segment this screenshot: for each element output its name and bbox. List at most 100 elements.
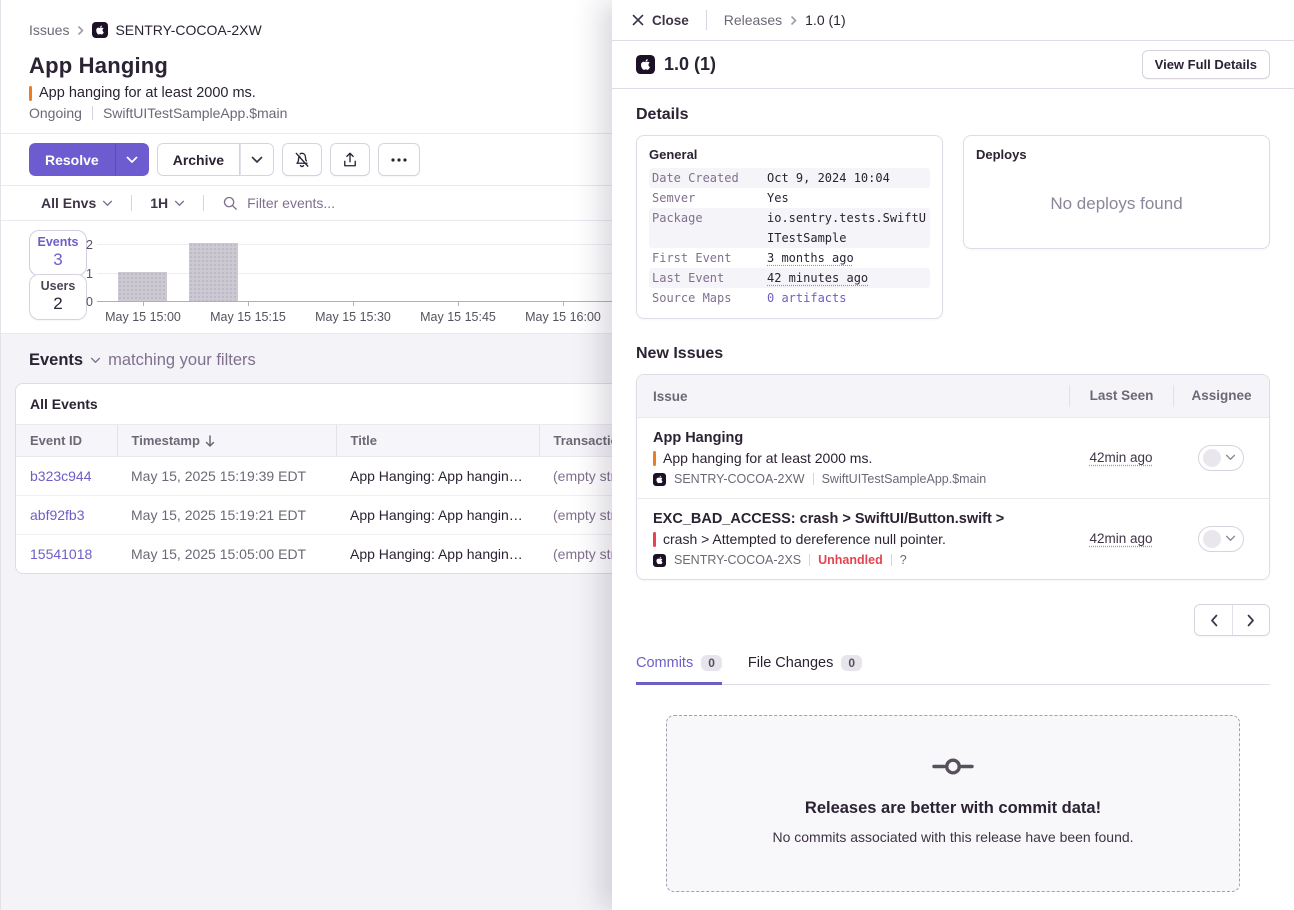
bell-slash-icon [293,151,311,169]
y-axis-tick: 1 [71,267,93,281]
events-heading-dropdown[interactable]: Events [29,351,83,370]
x-axis-tick: May 15 15:15 [196,310,300,324]
resolve-dropdown-button[interactable] [115,143,149,176]
divider [92,106,93,120]
event-id-link[interactable]: 15541018 [16,535,117,574]
drawer-header: Close Releases 1.0 (1) [612,0,1294,41]
general-row: Package io.sentry.tests.SwiftUITestSampl… [649,208,930,248]
column-timestamp[interactable]: Timestamp [117,425,336,457]
issue-title-link[interactable]: EXC_BAD_ACCESS: crash > SwiftUI/Button.s… [653,511,1053,527]
issue-culprit: SwiftUITestSampleApp.$main [822,472,987,486]
divider [706,10,707,30]
chevron-down-icon [1225,535,1236,542]
search-icon [222,195,238,211]
event-id-link[interactable]: abf92fb3 [16,496,117,535]
resolve-button[interactable]: Resolve [29,143,115,176]
column-last-seen: Last Seen [1069,385,1173,407]
chart-bar[interactable] [189,243,238,301]
first-event-relative-time: 3 months ago [767,248,854,268]
release-title-row: 1.0 (1) View Full Details [612,41,1294,89]
column-title[interactable]: Title [336,425,539,457]
event-title: App Hanging: App hangin… [336,457,539,496]
apple-platform-icon [636,55,655,74]
chevron-left-icon [1210,614,1218,627]
new-issues-table-header: Issue Last Seen Assignee [637,375,1269,417]
column-event-id[interactable]: Event ID [16,425,117,457]
chevron-right-icon [790,15,797,26]
source-maps-link[interactable]: 0 artifacts [767,288,927,308]
time-range-label: 1H [150,195,168,211]
divider [813,473,814,485]
issue-level-indicator [653,451,656,466]
upload-icon [341,151,359,169]
apple-platform-icon [653,473,666,486]
deploys-card: Deploys No deploys found [963,135,1270,249]
issue-message: App hanging for at least 2000 ms. [663,450,872,466]
release-title: 1.0 (1) [664,54,1133,75]
issue-substatus: Ongoing [29,105,82,121]
issue-level-indicator [29,86,32,101]
release-tabs: Commits 0 File Changes 0 [636,655,1270,685]
column-issue: Issue [637,389,1069,404]
avatar [1203,449,1221,467]
previous-page-button[interactable] [1195,605,1232,635]
divider [203,195,204,211]
tab-file-changes[interactable]: File Changes 0 [748,655,862,685]
divider [131,195,132,211]
last-seen-time[interactable]: 42min ago [1089,531,1152,546]
breadcrumb-releases-link[interactable]: Releases [724,12,782,28]
x-axis-tick: May 15 16:00 [511,310,615,324]
event-timestamp: May 15, 2025 15:19:21 EDT [117,496,336,535]
assignee-dropdown[interactable] [1198,445,1244,471]
breadcrumb-release-version: 1.0 (1) [805,12,845,28]
apple-platform-icon [92,22,108,38]
breadcrumb-issues-link[interactable]: Issues [29,22,69,38]
archive-dropdown-button[interactable] [240,143,274,176]
environment-filter-label: All Envs [41,195,96,211]
empty-state-title: Releases are better with commit data! [687,799,1219,818]
drawer-breadcrumb: Releases 1.0 (1) [724,12,846,28]
issue-message: App hanging for at least 2000 ms. [39,85,256,101]
close-drawer-button[interactable]: Close [632,13,689,28]
chevron-down-icon [1225,454,1236,461]
help-icon[interactable]: ? [900,553,907,567]
details-heading: Details [636,106,1270,124]
general-row: Last Event 42 minutes ago [649,268,930,288]
time-range-filter[interactable]: 1H [150,195,185,211]
sort-desc-icon [205,435,215,447]
next-page-button[interactable] [1232,605,1269,635]
new-issue-row[interactable]: App Hanging App hanging for at least 200… [637,417,1269,498]
chevron-right-icon [77,25,84,36]
file-changes-count-badge: 0 [841,655,862,671]
commits-count-badge: 0 [701,655,722,671]
x-axis-tick: May 15 15:45 [406,310,510,324]
new-issue-row[interactable]: EXC_BAD_ACCESS: crash > SwiftUI/Button.s… [637,498,1269,579]
apple-platform-icon [653,554,666,567]
event-timestamp: May 15, 2025 15:05:00 EDT [117,535,336,574]
chart-bar[interactable] [118,272,167,301]
event-id-link[interactable]: b323c944 [16,457,117,496]
issue-culprit: SwiftUITestSampleApp.$main [103,105,287,121]
issue-title-link[interactable]: App Hanging [653,430,1053,446]
new-issues-heading: New Issues [636,345,1270,363]
divider [809,554,810,566]
breadcrumb-project-id: SENTRY-COCOA-2XW [115,22,261,38]
environment-filter[interactable]: All Envs [41,195,113,211]
last-event-relative-time: 42 minutes ago [767,268,868,288]
x-axis-tick: May 15 15:30 [301,310,405,324]
general-card-title: General [649,147,930,162]
general-row: First Event 3 months ago [649,248,930,268]
view-full-details-button[interactable]: View Full Details [1142,50,1270,79]
issue-short-id: SENTRY-COCOA-2XS [674,553,801,567]
last-seen-time[interactable]: 42min ago [1089,450,1152,465]
mute-button[interactable] [282,143,322,176]
share-button[interactable] [330,143,370,176]
more-actions-button[interactable] [378,143,420,176]
chevron-down-icon [90,357,101,364]
archive-button[interactable]: Archive [157,143,240,176]
commit-icon [932,756,974,777]
chevron-right-icon [1247,614,1255,627]
assignee-dropdown[interactable] [1198,526,1244,552]
tab-commits[interactable]: Commits 0 [636,655,722,685]
deploys-card-title: Deploys [976,147,1257,162]
